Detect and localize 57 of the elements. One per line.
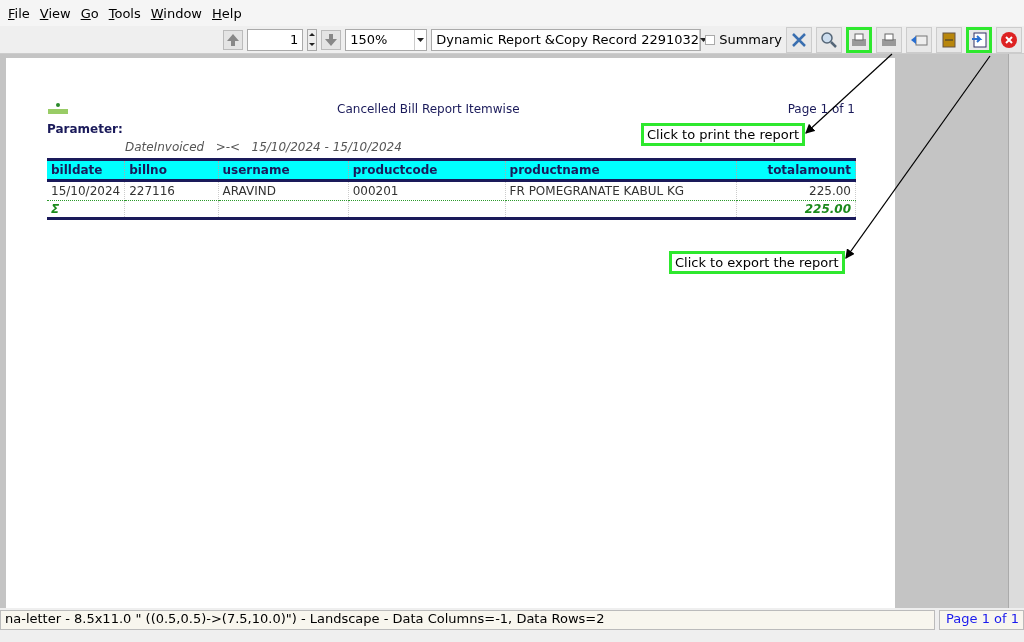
down-arrow-icon (324, 32, 339, 47)
menu-item[interactable]: Tools (104, 5, 145, 21)
table-cell: 227116 (124, 180, 219, 201)
menu-item[interactable]: View (35, 5, 75, 21)
scrollbar[interactable] (1008, 54, 1024, 608)
status-page-number: Page 1 of 1 (939, 610, 1024, 630)
caret-icon (417, 37, 425, 42)
page-number-field[interactable]: 1 (247, 28, 304, 51)
menu-item[interactable]: File (4, 5, 34, 21)
archive-button[interactable] (936, 26, 962, 53)
up-arrow-icon (226, 32, 241, 47)
menu-item[interactable]: Help (208, 5, 246, 21)
export-icon (970, 30, 988, 49)
report-dropdown[interactable]: Dynamic Report &Copy Record 2291032 (431, 28, 702, 51)
page-number: Page 1 of 1 (787, 102, 855, 116)
column-header: billno (124, 159, 219, 181)
menu-item[interactable]: Window (146, 5, 206, 21)
table-cell: 000201 (348, 180, 506, 201)
printer-icon (880, 30, 898, 49)
tools-button[interactable] (786, 26, 812, 53)
table-cell: ARAVIND (218, 180, 349, 201)
archive-icon (940, 30, 958, 49)
tools-icon (790, 30, 808, 49)
down-caret-icon (309, 43, 316, 46)
export-button[interactable] (966, 26, 992, 53)
send-button[interactable] (906, 26, 932, 53)
close-button[interactable] (996, 26, 1022, 53)
parameter-label: Parameter: (47, 122, 123, 136)
summary-label: Summary (719, 32, 782, 47)
column-header: username (218, 159, 349, 181)
printer-icon (850, 30, 868, 49)
column-header: productname (505, 159, 737, 181)
total-amount: 225.00 (736, 200, 856, 219)
zoom-dropdown[interactable]: 150% (345, 28, 428, 51)
status-text: na-letter - 8.5x11.0 " ((0.5,0.5)->(7.5,10.0)") - Landscape - Data Columns=-1, Data Rows=2 (0, 610, 936, 630)
print-button[interactable] (846, 26, 872, 53)
search-icon (820, 30, 838, 49)
logo-icon (47, 102, 69, 116)
up-caret-icon (309, 33, 316, 36)
spinner[interactable] (307, 28, 318, 51)
table-cell: 15/10/2024 (47, 180, 125, 201)
callout-label: Click to print the report (641, 123, 806, 146)
menu-item[interactable]: Go (76, 5, 103, 21)
column-header: productcode (348, 159, 506, 181)
summary-checkbox[interactable] (705, 34, 716, 45)
table-cell: 225.00 (736, 180, 856, 201)
column-header: billdate (47, 159, 125, 181)
report-title: Cancelled Bill Report Itemwise (336, 102, 521, 116)
parameter-text: DateInvoiced >-< 15/10/2024 - 15/10/2024 (125, 140, 403, 154)
close-icon (1000, 30, 1018, 49)
search-button[interactable] (816, 26, 842, 53)
callout-label: Click to export the report (669, 251, 845, 274)
column-header: totalamount (736, 159, 856, 181)
printer-button[interactable] (876, 26, 902, 53)
table-cell: FR POMEGRANATE KABUL KG (505, 180, 737, 201)
previous-page-button[interactable] (223, 29, 244, 50)
caret-icon (700, 37, 708, 42)
